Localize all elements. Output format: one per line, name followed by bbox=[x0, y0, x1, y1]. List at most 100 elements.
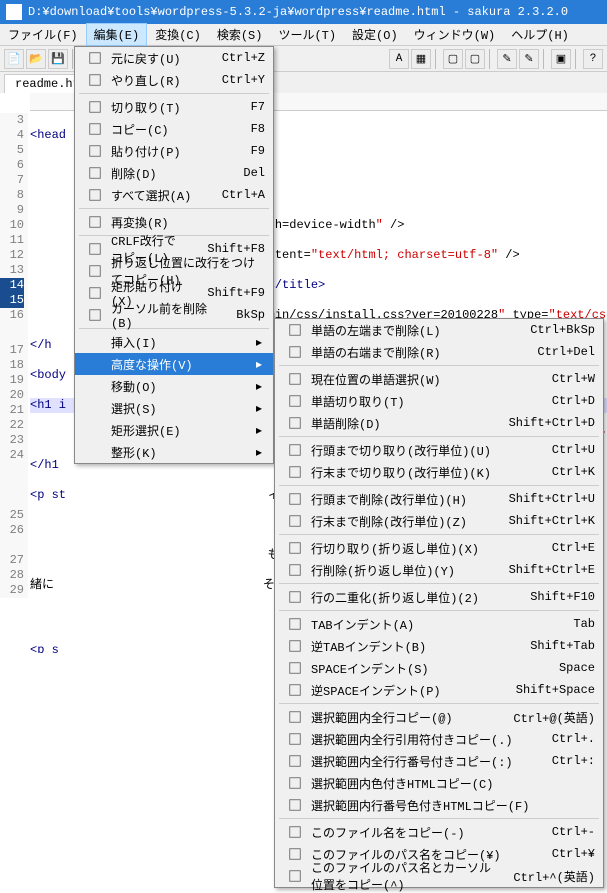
menu-item-label: コピー(C) bbox=[107, 121, 231, 138]
menu-shortcut: Ctrl+U bbox=[532, 443, 595, 457]
menu-item-label: 元に戻す(U) bbox=[107, 50, 202, 67]
submenu-arrow-icon: ▸ bbox=[253, 423, 265, 438]
menu-item[interactable]: すべて選択(A)Ctrl+A bbox=[75, 184, 273, 206]
cut-line-icon bbox=[283, 541, 307, 555]
menu-separator bbox=[279, 436, 599, 437]
tb-b[interactable]: ▦ bbox=[411, 49, 431, 69]
menu-convert[interactable]: 変換(C) bbox=[147, 23, 209, 46]
menu-item-label: 高度な操作(V) bbox=[107, 356, 253, 373]
menu-item[interactable]: 挿入(I)▸ bbox=[75, 331, 273, 353]
space-unindent-icon bbox=[283, 683, 307, 697]
menu-tools[interactable]: ツール(T) bbox=[270, 23, 344, 46]
menu-item[interactable]: やり直し(R)Ctrl+Y bbox=[75, 69, 273, 91]
menu-item[interactable]: 単語削除(D)Shift+Ctrl+D bbox=[275, 412, 603, 434]
tb-save[interactable]: 💾 bbox=[48, 49, 68, 69]
del-line-icon bbox=[283, 563, 307, 577]
menu-item-label: やり直し(R) bbox=[107, 72, 202, 89]
menu-item[interactable]: 選択範囲内全行コピー(@)Ctrl+@(英語) bbox=[275, 706, 603, 728]
menu-item[interactable]: 単語の右端まで削除(R)Ctrl+Del bbox=[275, 341, 603, 363]
menu-item[interactable]: このファイルのパス名とカーソル位置をコピー(^)Ctrl+^(英語) bbox=[275, 865, 603, 887]
menu-item[interactable]: 単語の左端まで削除(L)Ctrl+BkSp bbox=[275, 319, 603, 341]
menu-file[interactable]: ファイル(F) bbox=[0, 23, 86, 46]
menu-edit[interactable]: 編集(E) bbox=[86, 23, 148, 46]
menu-shortcut: Shift+Space bbox=[496, 683, 595, 697]
menu-item[interactable]: 逆TABインデント(B)Shift+Tab bbox=[275, 635, 603, 657]
tb-new[interactable]: 📄 bbox=[4, 49, 24, 69]
window-titlebar: D:¥download¥tools¥wordpress-5.3.2-ja¥wor… bbox=[0, 0, 607, 24]
menu-item[interactable]: 選択範囲内行番号色付きHTMLコピー(F) bbox=[275, 794, 603, 816]
menu-item[interactable]: カーソル前を削除(B)BkSp bbox=[75, 304, 273, 326]
menu-item[interactable]: 矩形選択(E)▸ bbox=[75, 419, 273, 441]
menu-item[interactable]: 高度な操作(V)▸ bbox=[75, 353, 273, 375]
menu-item-label: 逆TABインデント(B) bbox=[307, 638, 510, 655]
menu-item-label: 選択範囲内全行コピー(@) bbox=[307, 709, 493, 726]
menu-item[interactable]: 整形(K)▸ bbox=[75, 441, 273, 463]
menu-item-label: 貼り付け(P) bbox=[107, 143, 231, 160]
space-indent-icon bbox=[283, 661, 307, 675]
menu-item[interactable]: 元に戻す(U)Ctrl+Z bbox=[75, 47, 273, 69]
tb-d[interactable]: ▢ bbox=[465, 49, 485, 69]
menu-item-label: 整形(K) bbox=[107, 444, 253, 461]
menu-item-label: このファイル名をコピー(-) bbox=[307, 824, 532, 841]
tb-h[interactable]: ? bbox=[583, 49, 603, 69]
tb-f[interactable]: ✎ bbox=[519, 49, 539, 69]
submenu-arrow-icon: ▸ bbox=[253, 335, 265, 350]
del-lineend-icon bbox=[283, 514, 307, 528]
tb-c[interactable]: ▢ bbox=[443, 49, 463, 69]
tb-a[interactable]: A bbox=[389, 49, 409, 69]
menu-shortcut: Ctrl+W bbox=[532, 372, 595, 386]
cut-word-icon bbox=[283, 394, 307, 408]
menu-separator bbox=[279, 610, 599, 611]
menu-item[interactable]: 行削除(折り返し単位)(Y)Shift+Ctrl+E bbox=[275, 559, 603, 581]
menu-item-label: 削除(D) bbox=[107, 165, 223, 182]
menu-shortcut: Ctrl+Y bbox=[202, 73, 265, 87]
menu-shortcut: Shift+Tab bbox=[510, 639, 595, 653]
line-number-gutter: 3456 78910 111213 141516 17181920 212223… bbox=[0, 113, 28, 598]
menu-item-label: SPACEインデント(S) bbox=[307, 660, 539, 677]
menu-item[interactable]: 行末まで削除(改行単位)(Z)Shift+Ctrl+K bbox=[275, 510, 603, 532]
menu-window[interactable]: ウィンドウ(W) bbox=[406, 23, 504, 46]
menu-search[interactable]: 検索(S) bbox=[209, 23, 271, 46]
menu-item[interactable]: 移動(O)▸ bbox=[75, 375, 273, 397]
tb-g[interactable]: ▣ bbox=[551, 49, 571, 69]
menu-item-label: 挿入(I) bbox=[107, 334, 253, 351]
menu-item[interactable]: 選択範囲内全行引用符付きコピー(.)Ctrl+. bbox=[275, 728, 603, 750]
menu-shortcut: Ctrl+A bbox=[202, 188, 265, 202]
tb-open[interactable]: 📂 bbox=[26, 49, 46, 69]
menu-item[interactable]: 行末まで切り取り(改行単位)(K)Ctrl+K bbox=[275, 461, 603, 483]
menu-item[interactable]: 再変換(R) bbox=[75, 211, 273, 233]
menu-item[interactable]: SPACEインデント(S)Space bbox=[275, 657, 603, 679]
copy-crlf-icon bbox=[83, 242, 107, 256]
menu-item[interactable]: 単語切り取り(T)Ctrl+D bbox=[275, 390, 603, 412]
menu-item[interactable]: 行頭まで切り取り(改行単位)(U)Ctrl+U bbox=[275, 439, 603, 461]
submenu-arrow-icon: ▸ bbox=[253, 445, 265, 460]
menu-shortcut: Ctrl+E bbox=[532, 541, 595, 555]
del-word-right-icon bbox=[283, 345, 307, 359]
menu-shortcut: Space bbox=[539, 661, 595, 675]
indent-icon bbox=[283, 617, 307, 631]
menu-item[interactable]: 貼り付け(P)F9 bbox=[75, 140, 273, 162]
menu-help[interactable]: ヘルプ(H) bbox=[503, 23, 577, 46]
tb-e[interactable]: ✎ bbox=[497, 49, 517, 69]
menu-settings[interactable]: 設定(O) bbox=[344, 23, 406, 46]
menu-item[interactable]: TABインデント(A)Tab bbox=[275, 613, 603, 635]
menu-item[interactable]: 行頭まで削除(改行単位)(H)Shift+Ctrl+U bbox=[275, 488, 603, 510]
menu-item[interactable]: 逆SPACEインデント(P)Shift+Space bbox=[275, 679, 603, 701]
menu-item[interactable]: 行の二重化(折り返し単位)(2)Shift+F10 bbox=[275, 586, 603, 608]
menu-shortcut: F9 bbox=[231, 144, 265, 158]
menu-item[interactable]: 行切り取り(折り返し単位)(X)Ctrl+E bbox=[275, 537, 603, 559]
menu-item[interactable]: 選択(S)▸ bbox=[75, 397, 273, 419]
menu-item[interactable]: 現在位置の単語選択(W)Ctrl+W bbox=[275, 368, 603, 390]
menu-separator bbox=[279, 583, 599, 584]
menu-item[interactable]: コピー(C)F8 bbox=[75, 118, 273, 140]
menu-item[interactable]: 選択範囲内色付きHTMLコピー(C) bbox=[275, 772, 603, 794]
submenu-arrow-icon: ▸ bbox=[253, 401, 265, 416]
menu-item[interactable]: このファイル名をコピー(-)Ctrl+- bbox=[275, 821, 603, 843]
menu-item[interactable]: 選択範囲内全行行番号付きコピー(:)Ctrl+: bbox=[275, 750, 603, 772]
redo-icon bbox=[83, 73, 107, 87]
menu-item[interactable]: 切り取り(T)F7 bbox=[75, 96, 273, 118]
menu-item-label: 移動(O) bbox=[107, 378, 253, 395]
menu-item-label: 逆SPACEインデント(P) bbox=[307, 682, 496, 699]
menu-item[interactable]: 削除(D)Del bbox=[75, 162, 273, 184]
menu-item-label: このファイルのパス名とカーソル位置をコピー(^) bbox=[307, 859, 493, 893]
